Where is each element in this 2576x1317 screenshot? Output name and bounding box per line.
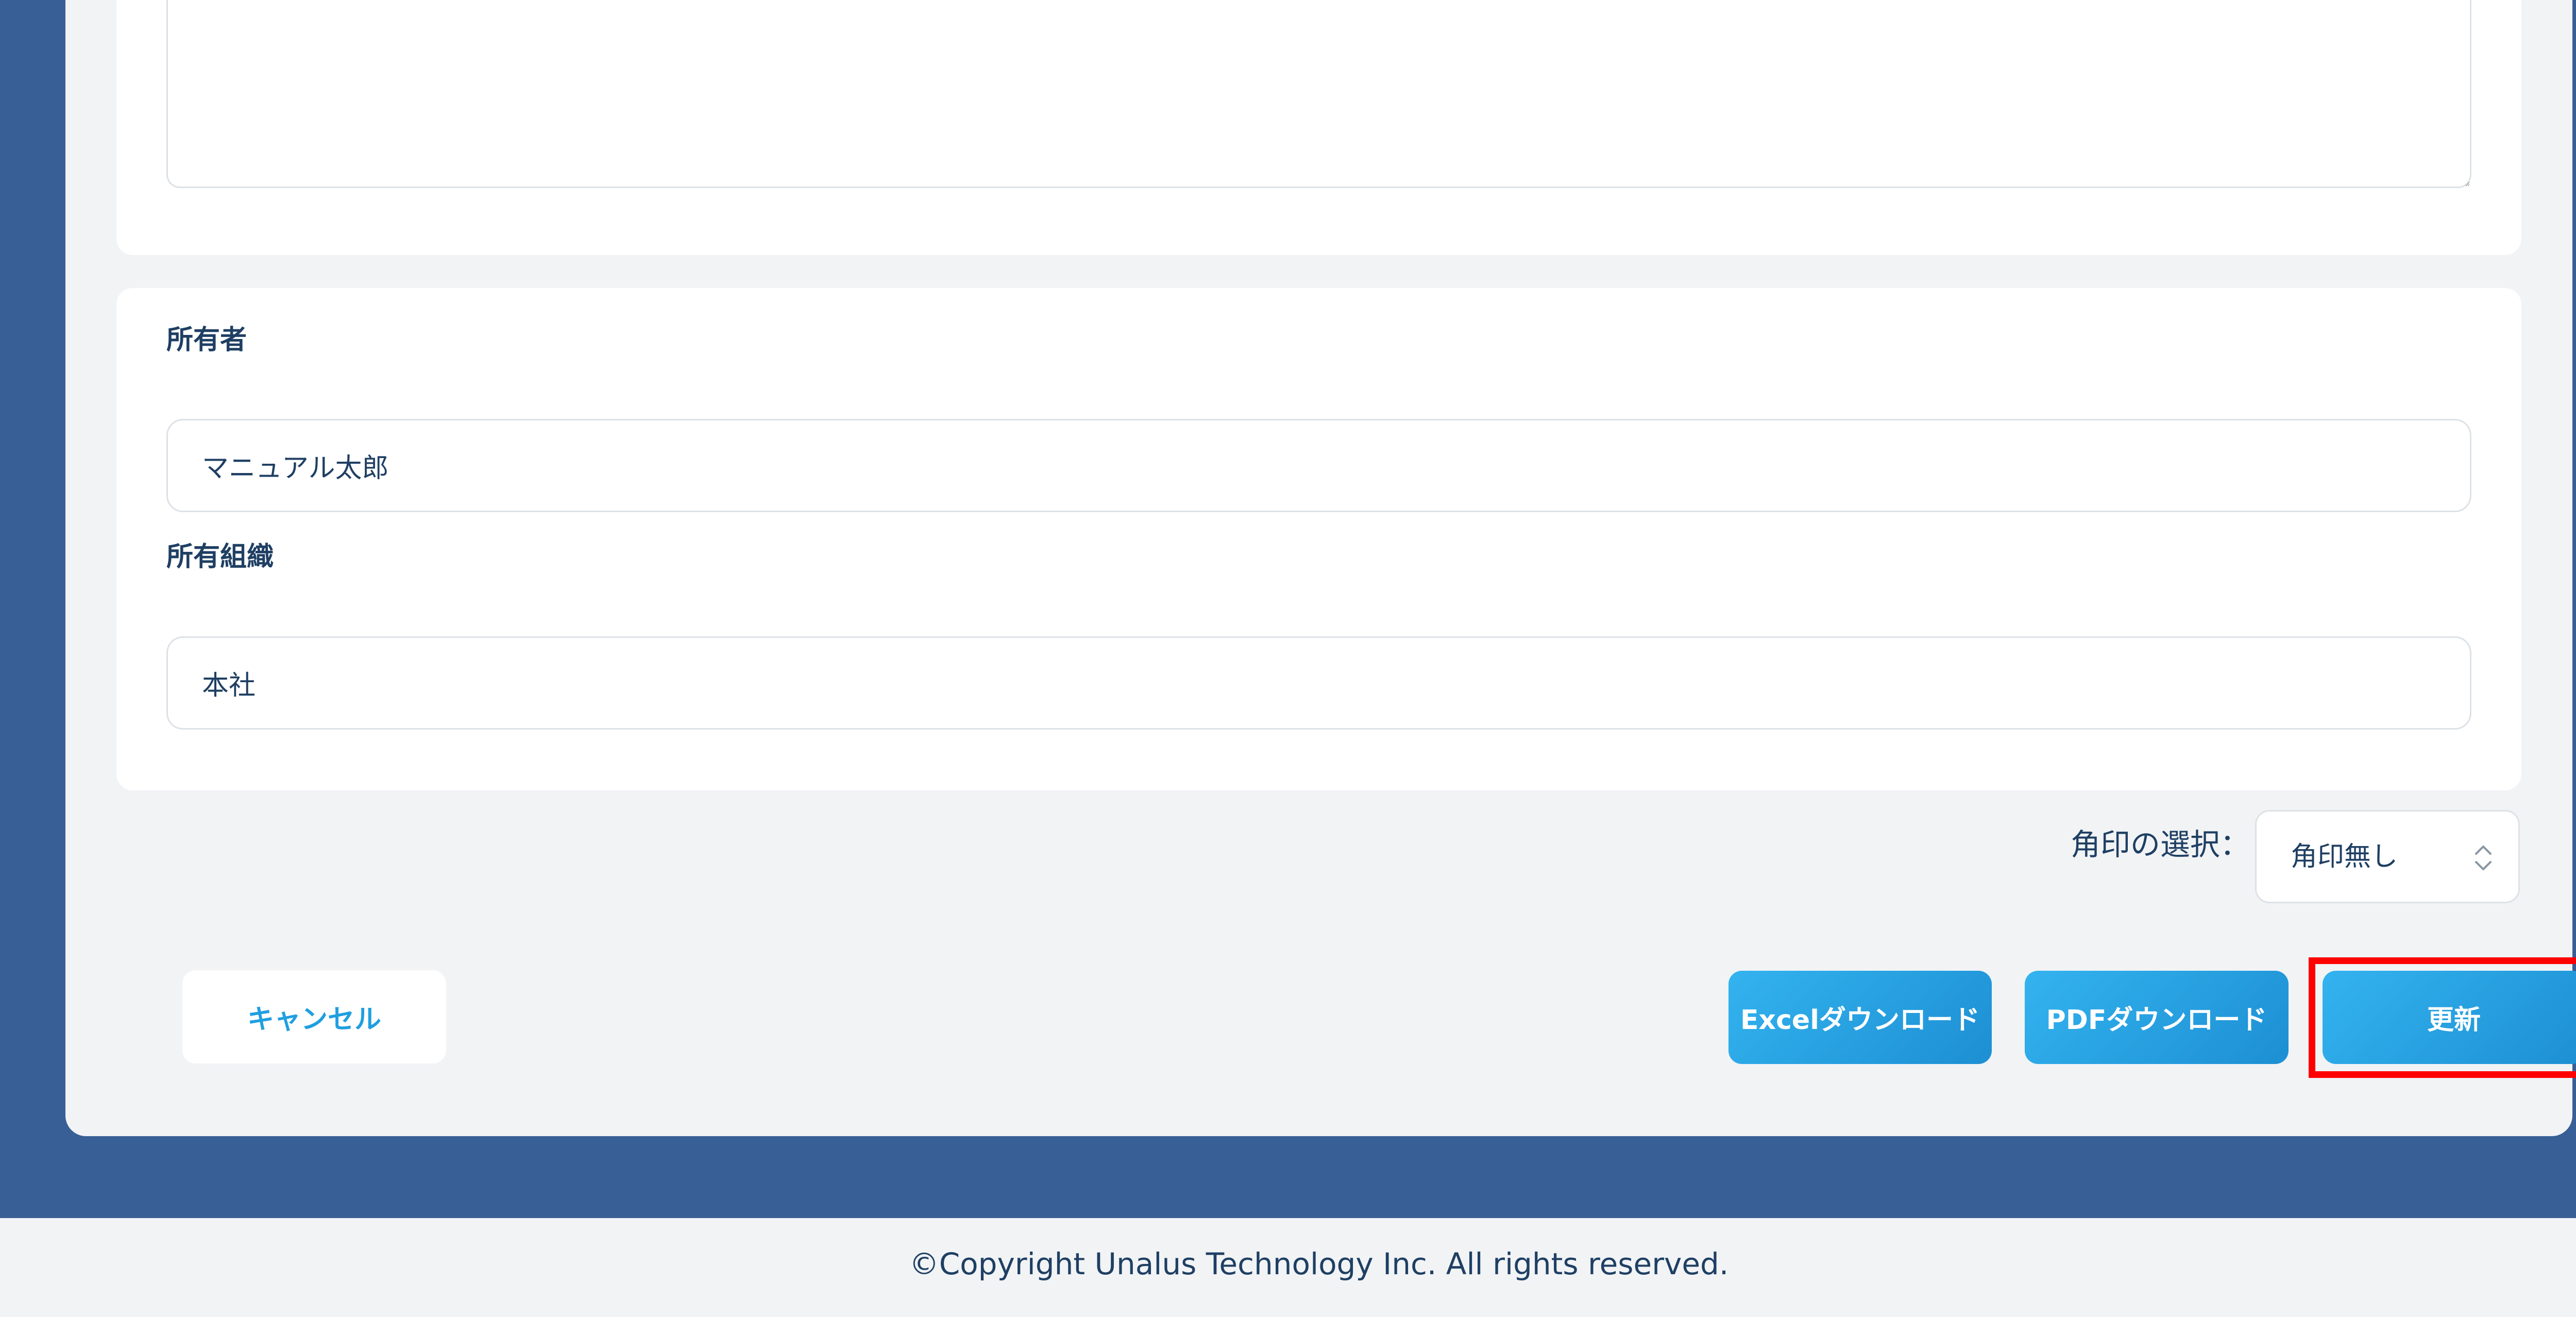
excel-download-button[interactable]: Excelダウンロード xyxy=(1728,971,1992,1064)
stamp-select-value: 角印無し xyxy=(2291,841,2398,872)
pdf-download-button[interactable]: PDFダウンロード xyxy=(2025,971,2289,1064)
memo-panel xyxy=(116,0,2521,255)
owner-input[interactable] xyxy=(166,419,2471,512)
main-content-card: 所有者 所有組織 角印の選択： 角印無し キャンセル Excelダウンロード P… xyxy=(65,0,2576,1136)
owner-label: 所有者 xyxy=(166,325,247,356)
organization-input[interactable] xyxy=(166,636,2471,730)
organization-label: 所有組織 xyxy=(166,542,274,572)
stamp-select-label: 角印の選択： xyxy=(2070,827,2250,862)
stamp-select[interactable]: 角印無し xyxy=(2255,810,2520,903)
chevron-up-down-icon xyxy=(2475,846,2492,870)
copyright-text: ©Copyright Unalus Technology Inc. All ri… xyxy=(909,1246,1729,1281)
cancel-button[interactable]: キャンセル xyxy=(182,970,446,1063)
memo-textarea[interactable] xyxy=(166,0,2471,188)
update-button[interactable]: 更新 xyxy=(2323,971,2576,1064)
footer: ©Copyright Unalus Technology Inc. All ri… xyxy=(0,1218,2576,1317)
ownership-panel: 所有者 所有組織 xyxy=(116,288,2521,790)
